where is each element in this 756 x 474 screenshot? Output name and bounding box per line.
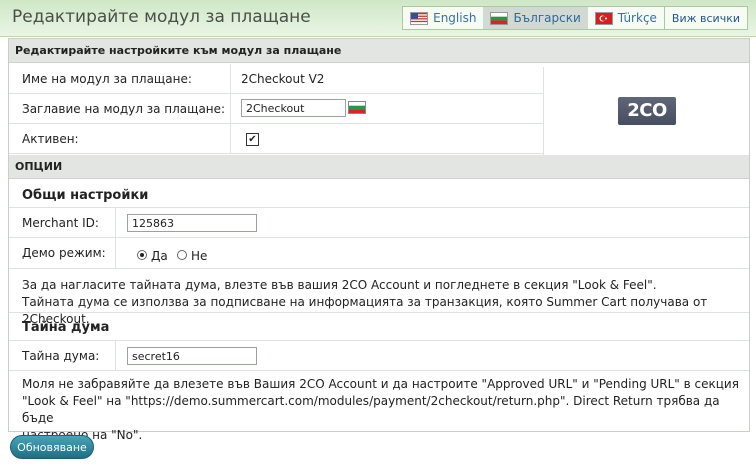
return-info-line-2: "Look & Feel" на "https://demo.summercar…	[22, 394, 720, 425]
return-info-line-1: Моля не забравяйте да влезете във Вашия …	[22, 377, 739, 391]
view-all-languages-link[interactable]: Виж всички	[663, 7, 747, 29]
module-name-row: Име на модул за плащане: 2Checkout V2	[9, 64, 543, 94]
lang-bulgarian-label: Български	[513, 11, 581, 25]
secret-info-line-1: За да нагласите тайната дума, влезте във…	[22, 278, 657, 292]
lang-bulgarian[interactable]: Български	[483, 7, 588, 29]
2co-logo: 2CO	[618, 97, 676, 125]
active-checkbox[interactable]: ✔	[246, 133, 259, 146]
language-switcher: English Български Türkçe Виж всички	[402, 6, 748, 30]
lang-english[interactable]: English	[403, 7, 483, 29]
lang-english-label: English	[433, 11, 477, 25]
edit-payment-module-panel: Редактирайте настройките към модул за пл…	[8, 38, 750, 442]
secret-word-label: Тайна дума:	[22, 349, 100, 363]
demo-no-radio[interactable]	[177, 250, 187, 260]
bg-flag-icon	[348, 101, 366, 114]
module-title-label: Заглавие на модул за плащане:	[22, 102, 226, 116]
demo-mode-row: Демо режим: Да Не	[9, 238, 749, 269]
module-title-row: Заглавие на модул за плащане: 2Checkout	[9, 94, 543, 124]
demo-yes-label: Да	[151, 249, 168, 263]
bg-flag-icon	[490, 11, 509, 25]
secret-word-row: Тайна дума: secret16	[9, 341, 749, 371]
return-info-line-3: настроено на "No".	[22, 428, 143, 442]
secret-word-title: Тайна дума	[22, 320, 110, 335]
secret-word-info: За да нагласите тайната дума, влезте във…	[22, 277, 742, 328]
active-label: Активен:	[22, 132, 79, 146]
return-url-info: Моля не забравяйте да влезете във Вашия …	[22, 376, 742, 444]
module-name-label: Име на модул за плащане:	[22, 72, 192, 86]
demo-yes-radio[interactable]	[137, 250, 147, 260]
secret-word-input[interactable]: secret16	[127, 347, 257, 365]
demo-no-label: Не	[191, 249, 208, 263]
lang-turkish-label: Türkçe	[617, 11, 657, 25]
general-settings-title: Общи настройки	[22, 188, 149, 203]
options-section-heading: ОПЦИИ	[9, 155, 749, 179]
merchant-id-label: Merchant ID:	[22, 216, 99, 230]
secret-info-line-2: Тайната дума се използва за подписване н…	[22, 295, 708, 326]
module-name-value: 2Checkout V2	[241, 72, 325, 86]
us-flag-icon	[410, 11, 429, 25]
module-title-input[interactable]: 2Checkout	[241, 99, 346, 117]
lang-turkish[interactable]: Türkçe	[588, 7, 664, 29]
page-title: Редактирайте модул за плащане	[12, 7, 311, 27]
active-row: Активен: ✔	[9, 124, 543, 154]
demo-mode-label: Демо режим:	[22, 246, 106, 260]
page-header: Редактирайте модул за плащане English Бъ…	[0, 0, 756, 37]
settings-section-heading: Редактирайте настройките към модул за пл…	[9, 39, 749, 63]
merchant-id-row: Merchant ID: 125863	[9, 208, 749, 238]
update-button[interactable]: Обновяване	[10, 435, 94, 459]
tr-flag-icon	[594, 11, 613, 25]
merchant-id-input[interactable]: 125863	[127, 214, 257, 232]
logo-cell: 2CO	[543, 67, 750, 155]
